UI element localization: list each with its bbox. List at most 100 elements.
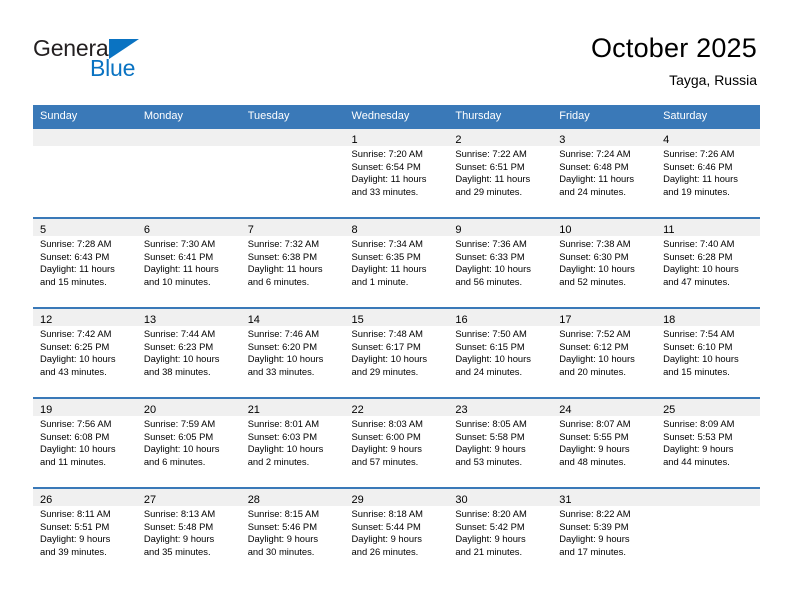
calendar-day-cell[interactable]: 21 Sunrise: 8:01 AM Sunset: 6:03 PM Dayligh…	[240, 397, 345, 488]
calendar-day-cell[interactable]: 5 Sunrise: 7:28 AM Sunset: 6:43 PM Daylight…	[33, 217, 137, 308]
day-number-band: 3	[552, 129, 657, 146]
calendar-day-cell[interactable]: 2 Sunrise: 7:22 AM Sunset: 6:51 PM Daylight…	[448, 127, 553, 218]
day-sun-info: Sunrise: 8:01 AM Sunset: 6:03 PM Daylight:…	[240, 416, 345, 469]
day-cell-inner: 14 Sunrise: 7:46 AM Sunset: 6:20 PM Dayligh…	[240, 309, 345, 397]
calendar-day-cell[interactable]: 15 Sunrise: 7:48 AM Sunset: 6:17 PM Dayligh…	[344, 307, 449, 398]
day-sun-info: Sunrise: 8:18 AM Sunset: 5:44 PM Daylight:…	[344, 506, 449, 559]
day-sun-info: Sunrise: 7:46 AM Sunset: 6:20 PM Daylight:…	[240, 326, 345, 379]
day-number: 16	[455, 314, 468, 326]
day-number: 2	[455, 134, 462, 146]
day-number: 26	[40, 494, 53, 506]
day-sun-info	[136, 146, 241, 148]
general-blue-logo[interactable]: General Blue	[33, 36, 213, 86]
calendar-day-cell[interactable]: 24 Sunrise: 8:07 AM Sunset: 5:55 PM Dayligh…	[552, 397, 657, 488]
day-cell-inner: 24 Sunrise: 8:07 AM Sunset: 5:55 PM Dayligh…	[552, 399, 657, 487]
calendar-day-cell[interactable]: 13 Sunrise: 7:44 AM Sunset: 6:23 PM Dayligh…	[136, 307, 241, 398]
calendar-day-cell[interactable]: 30 Sunrise: 8:20 AM Sunset: 5:42 PM Dayligh…	[448, 487, 553, 577]
day-number: 30	[455, 494, 468, 506]
sunrise-time: Sunrise: 8:11 AM	[40, 508, 111, 519]
sunset-time: Sunset: 5:46 PM	[247, 520, 317, 532]
day-cell-inner: 7 Sunrise: 7:32 AM Sunset: 6:38 PM Daylight…	[240, 219, 345, 307]
calendar-day-cell[interactable]: 14 Sunrise: 7:46 AM Sunset: 6:20 PM Dayligh…	[240, 307, 345, 398]
daylight-duration-line2: and 24 minutes.	[559, 185, 626, 197]
day-cell-inner: 16 Sunrise: 7:50 AM Sunset: 6:15 PM Dayligh…	[448, 309, 553, 397]
calendar-day-cell[interactable]: 10 Sunrise: 7:38 AM Sunset: 6:30 PM Dayligh…	[552, 217, 657, 308]
sunset-time: Sunset: 6:10 PM	[663, 340, 733, 352]
day-number: 11	[663, 224, 675, 236]
day-sun-info: Sunrise: 7:24 AM Sunset: 6:48 PM Daylight:…	[552, 146, 657, 199]
calendar-day-cell[interactable]: 27 Sunrise: 8:13 AM Sunset: 5:48 PM Dayligh…	[136, 487, 241, 577]
daylight-duration-line1: Daylight: 11 hours	[351, 173, 427, 185]
daylight-duration-line1: Daylight: 10 hours	[247, 443, 324, 455]
calendar-day-cell[interactable]: 8 Sunrise: 7:34 AM Sunset: 6:35 PM Daylight…	[344, 217, 449, 308]
day-number: 23	[455, 404, 468, 416]
day-sun-info: Sunrise: 7:20 AM Sunset: 6:54 PM Daylight:…	[344, 146, 449, 199]
calendar-day-cell[interactable]: 31 Sunrise: 8:22 AM Sunset: 5:39 PM Dayligh…	[552, 487, 657, 577]
daylight-duration-line2: and 48 minutes.	[559, 455, 626, 467]
day-number: 17	[559, 314, 572, 326]
calendar-day-cell[interactable]: 20 Sunrise: 7:59 AM Sunset: 6:05 PM Dayligh…	[136, 397, 241, 488]
daylight-duration-line1: Daylight: 11 hours	[663, 173, 738, 185]
calendar-day-cell[interactable]: 26 Sunrise: 8:11 AM Sunset: 5:51 PM Dayligh…	[33, 487, 137, 577]
calendar-day-cell[interactable]: 28 Sunrise: 8:15 AM Sunset: 5:46 PM Dayligh…	[240, 487, 345, 577]
sunset-time: Sunset: 6:41 PM	[143, 250, 214, 262]
day-sun-info: Sunrise: 8:05 AM Sunset: 5:58 PM Daylight:…	[448, 416, 553, 469]
day-sun-info: Sunrise: 7:54 AM Sunset: 6:10 PM Daylight:…	[656, 326, 760, 379]
calendar-day-cell[interactable]: 12 Sunrise: 7:42 AM Sunset: 6:25 PM Dayligh…	[33, 307, 137, 398]
day-number-band: 26	[33, 489, 137, 506]
sunrise-time: Sunrise: 7:32 AM	[247, 238, 320, 249]
day-cell-inner: 1 Sunrise: 7:20 AM Sunset: 6:54 PM Daylight…	[344, 129, 449, 217]
day-sun-info: Sunrise: 7:48 AM Sunset: 6:17 PM Daylight:…	[344, 326, 449, 379]
daylight-duration-line2: and 29 minutes.	[351, 365, 419, 377]
calendar-day-cell-empty	[33, 127, 137, 218]
day-cell-inner: 22 Sunrise: 8:03 AM Sunset: 6:00 PM Dayligh…	[344, 399, 449, 487]
calendar-day-cell[interactable]: 17 Sunrise: 7:52 AM Sunset: 6:12 PM Dayligh…	[552, 307, 657, 398]
weekday-header-cell: Saturday	[656, 105, 760, 128]
daylight-duration-line1: Daylight: 10 hours	[663, 353, 739, 365]
calendar-day-cell[interactable]: 4 Sunrise: 7:26 AM Sunset: 6:46 PM Daylight…	[656, 127, 760, 218]
calendar-day-cell[interactable]: 23 Sunrise: 8:05 AM Sunset: 5:58 PM Dayligh…	[448, 397, 553, 488]
day-number-band	[33, 129, 137, 146]
day-cell-inner: 20 Sunrise: 7:59 AM Sunset: 6:05 PM Dayligh…	[136, 399, 241, 487]
calendar-day-cell[interactable]: 22 Sunrise: 8:03 AM Sunset: 6:00 PM Dayligh…	[344, 397, 449, 488]
daylight-duration-line1: Daylight: 9 hours	[40, 533, 111, 545]
sunset-time: Sunset: 6:05 PM	[143, 430, 214, 442]
day-cell-inner: 17 Sunrise: 7:52 AM Sunset: 6:12 PM Dayligh…	[552, 309, 657, 397]
calendar-week-row: 19 Sunrise: 7:56 AM Sunset: 6:08 PM Dayligh…	[33, 397, 760, 488]
sunset-time: Sunset: 6:51 PM	[455, 160, 525, 172]
day-cell-inner: 8 Sunrise: 7:34 AM Sunset: 6:35 PM Daylight…	[344, 219, 449, 307]
sunrise-time: Sunrise: 7:44 AM	[143, 328, 216, 339]
daylight-duration-line1: Daylight: 11 hours	[40, 263, 115, 275]
calendar-day-cell[interactable]: 16 Sunrise: 7:50 AM Sunset: 6:15 PM Dayligh…	[448, 307, 553, 398]
calendar-day-cell[interactable]: 9 Sunrise: 7:36 AM Sunset: 6:33 PM Daylight…	[448, 217, 553, 308]
calendar-day-cell[interactable]: 1 Sunrise: 7:20 AM Sunset: 6:54 PM Daylight…	[344, 127, 449, 218]
weekday-header-cell: Thursday	[448, 105, 553, 128]
day-number: 7	[247, 224, 254, 236]
daylight-duration-line2: and 33 minutes.	[247, 365, 315, 377]
sunrise-time: Sunrise: 8:05 AM	[455, 418, 527, 429]
calendar-day-cell-empty	[136, 127, 241, 218]
calendar-day-cell[interactable]: 18 Sunrise: 7:54 AM Sunset: 6:10 PM Dayligh…	[656, 307, 760, 398]
day-sun-info: Sunrise: 7:26 AM Sunset: 6:46 PM Daylight:…	[656, 146, 760, 199]
calendar-week-row: 26 Sunrise: 8:11 AM Sunset: 5:51 PM Dayligh…	[33, 487, 760, 577]
calendar-day-cell[interactable]: 7 Sunrise: 7:32 AM Sunset: 6:38 PM Daylight…	[240, 217, 345, 308]
day-number-band: 9	[448, 219, 553, 236]
sunrise-time: Sunrise: 8:07 AM	[559, 418, 631, 429]
day-number: 6	[143, 224, 150, 236]
sunset-time: Sunset: 6:12 PM	[559, 340, 629, 352]
sunrise-time: Sunrise: 8:13 AM	[143, 508, 216, 519]
calendar-day-cell[interactable]: 19 Sunrise: 7:56 AM Sunset: 6:08 PM Dayligh…	[33, 397, 137, 488]
calendar-day-cell[interactable]: 11 Sunrise: 7:40 AM Sunset: 6:28 PM Dayligh…	[656, 217, 760, 308]
calendar-day-cell[interactable]: 29 Sunrise: 8:18 AM Sunset: 5:44 PM Dayligh…	[344, 487, 449, 577]
calendar-day-cell[interactable]: 25 Sunrise: 8:09 AM Sunset: 5:53 PM Dayligh…	[656, 397, 760, 488]
daylight-duration-line1: Daylight: 10 hours	[247, 353, 324, 365]
daylight-duration-line2: and 30 minutes.	[247, 545, 315, 557]
logo-text-blue: Blue	[90, 55, 136, 81]
daylight-duration-line1: Daylight: 10 hours	[559, 263, 635, 275]
day-number: 24	[559, 404, 572, 416]
calendar-day-cell[interactable]: 3 Sunrise: 7:24 AM Sunset: 6:48 PM Daylight…	[552, 127, 657, 218]
calendar-page: General Blue October 2025 Tayga, Russia …	[0, 0, 792, 612]
sunrise-time: Sunrise: 7:38 AM	[559, 238, 631, 249]
calendar-day-cell[interactable]: 6 Sunrise: 7:30 AM Sunset: 6:41 PM Daylight…	[136, 217, 241, 308]
daylight-duration-line1: Daylight: 11 hours	[559, 173, 635, 185]
